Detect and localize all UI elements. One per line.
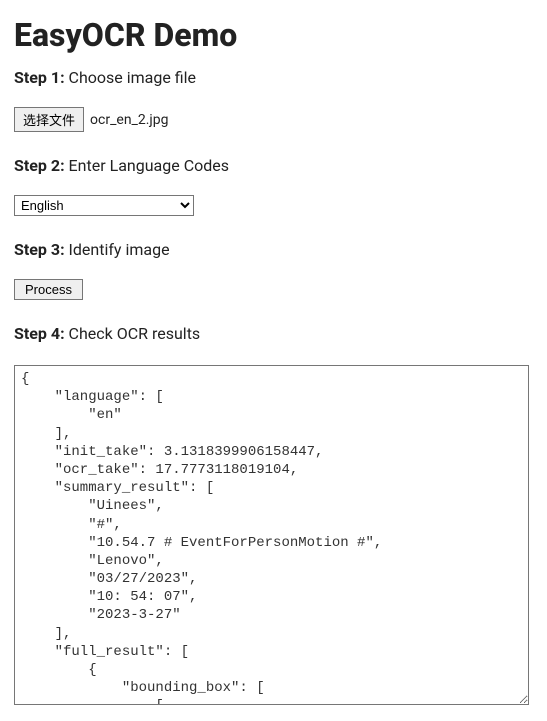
file-input-row: 选择文件 ocr_en_2.jpg bbox=[14, 107, 169, 132]
app-container: EasyOCR Demo Step 1: Choose image file 选… bbox=[0, 0, 547, 721]
step-4-text: Check OCR results bbox=[69, 324, 201, 343]
step-2-text: Enter Language Codes bbox=[69, 156, 229, 175]
step-2-heading: Step 2: Enter Language Codes bbox=[14, 156, 533, 175]
step-4-heading: Step 4: Check OCR results bbox=[14, 324, 533, 343]
language-select[interactable]: English bbox=[14, 195, 194, 216]
step-4-label: Step 4: bbox=[14, 324, 65, 343]
ocr-results-output[interactable] bbox=[14, 365, 529, 705]
selected-file-name: ocr_en_2.jpg bbox=[90, 112, 168, 128]
step-2-label: Step 2: bbox=[14, 156, 65, 175]
step-1-heading: Step 1: Choose image file bbox=[14, 68, 533, 87]
process-button[interactable]: Process bbox=[14, 279, 83, 300]
step-1-label: Step 1: bbox=[14, 68, 65, 87]
step-3-heading: Step 3: Identify image bbox=[14, 240, 533, 259]
page-title: EasyOCR Demo bbox=[14, 16, 533, 54]
choose-file-button[interactable]: 选择文件 bbox=[14, 107, 84, 132]
step-3-label: Step 3: bbox=[14, 240, 65, 259]
step-1-text: Choose image file bbox=[69, 68, 197, 87]
step-3-text: Identify image bbox=[69, 240, 170, 259]
